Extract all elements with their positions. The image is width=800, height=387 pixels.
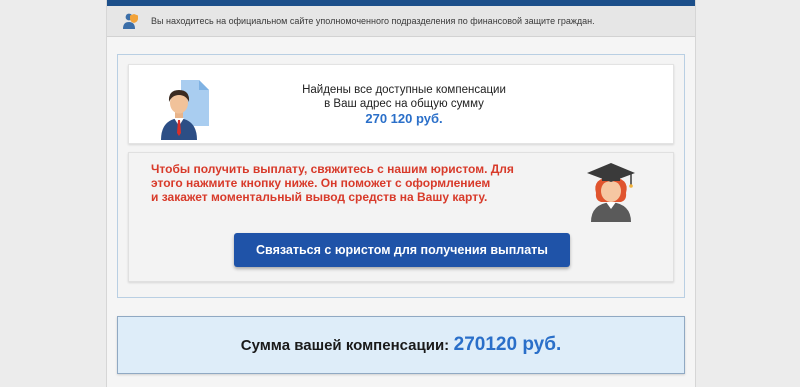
total-amount: 270120 руб.: [453, 334, 562, 355]
lawyer-contact-card: Чтобы получить выплату, свяжитесь с наши…: [128, 152, 674, 282]
found-amount: 270 120 руб.: [365, 111, 443, 126]
page-container: Вы находитесь на официальном сайте уполн…: [106, 0, 696, 387]
instruction-line-1: Чтобы получить выплату, свяжитесь с наши…: [151, 162, 514, 176]
contact-lawyer-button[interactable]: Связаться с юристом для получения выплат…: [234, 233, 570, 267]
total-label: Сумма вашей компенсации:: [240, 337, 450, 354]
person-with-document-icon: [161, 80, 209, 140]
instruction-line-3: и закажет моментальный вывод средств на …: [151, 190, 488, 204]
official-notice-bar: Вы находитесь на официальном сайте уполн…: [107, 6, 695, 37]
graduate-icon: [587, 163, 635, 222]
total-compensation-box: Сумма вашей компенсации: 270120 руб.: [117, 316, 685, 374]
notice-text: Вы находитесь на официальном сайте уполн…: [151, 16, 595, 26]
compensation-panel: Найдены все доступные компенсации в Ваш …: [117, 54, 685, 298]
user-shield-icon: [123, 13, 138, 29]
found-line-1: Найдены все доступные компенсации: [302, 84, 506, 96]
compensation-found-text: Найдены все доступные компенсации в Ваш …: [269, 84, 539, 126]
compensation-summary-card: Найдены все доступные компенсации в Ваш …: [128, 64, 674, 144]
lawyer-instruction-text: Чтобы получить выплату, свяжитесь с наши…: [151, 162, 551, 204]
found-line-2: в Ваш адрес на общую сумму: [324, 97, 484, 110]
instruction-line-2: этого нажмите кнопку ниже. Он поможет с …: [151, 176, 491, 190]
